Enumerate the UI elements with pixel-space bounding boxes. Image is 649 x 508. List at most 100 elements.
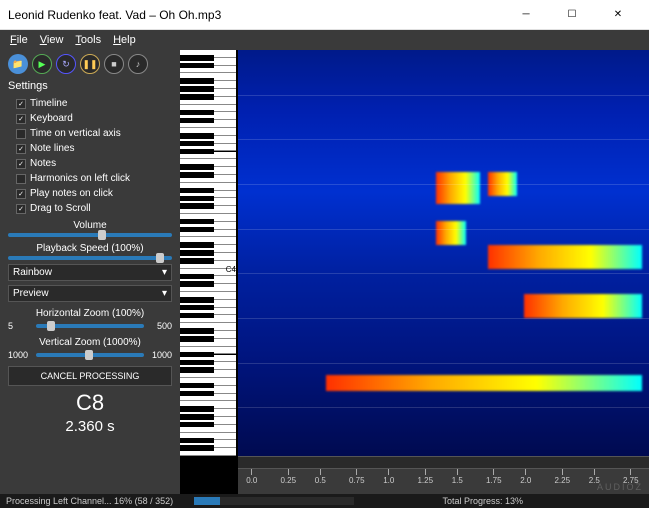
cancel-processing-button[interactable]: CANCEL PROCESSING [8,366,172,386]
setting-play-notes-on-click[interactable]: ✓Play notes on click [8,188,172,199]
setting-keyboard[interactable]: ✓Keyboard [8,113,172,124]
checkbox-icon[interactable]: ✓ [16,204,26,214]
time-tick: 0.75 [349,469,365,494]
checkbox-icon[interactable]: ✓ [16,189,26,199]
timeline-ruler[interactable]: 0.00.250.50.751.01.251.51.752.02.252.52.… [238,468,649,494]
black-key[interactable] [180,438,214,443]
note-line [238,139,649,140]
colormap-dropdown[interactable]: Rainbow▾ [8,264,172,281]
black-key[interactable] [180,242,214,247]
time-tick: 1.0 [383,469,394,494]
setting-harmonics-on-left-click[interactable]: Harmonics on left click [8,173,172,184]
checkbox-icon[interactable]: ✓ [16,99,26,109]
black-key[interactable] [180,172,214,177]
black-key[interactable] [180,118,214,123]
black-key[interactable] [180,164,214,169]
black-key[interactable] [180,406,214,411]
black-key[interactable] [180,258,214,263]
time-tick: 1.75 [486,469,502,494]
black-key[interactable] [180,367,214,372]
setting-time-on-vertical-axis[interactable]: Time on vertical axis [8,128,172,139]
black-key[interactable] [180,328,214,333]
setting-label: Time on vertical axis [30,128,121,139]
black-key[interactable] [180,352,214,357]
status-bar: Processing Left Channel... 16% (58 / 352… [0,494,649,508]
setting-notes[interactable]: ✓Notes [8,158,172,169]
black-key[interactable] [180,149,214,154]
setting-drag-to-scroll[interactable]: ✓Drag to Scroll [8,203,172,214]
black-key[interactable] [180,281,214,286]
menu-tools[interactable]: Tools [69,32,107,48]
settings-heading: Settings [8,80,172,92]
title-bar: Leonid Rudenko feat. Vad – Oh Oh.mp3 ─ ☐… [0,0,649,30]
black-key[interactable] [180,188,214,193]
setting-timeline[interactable]: ✓Timeline [8,98,172,109]
play-icon[interactable]: ▶ [32,54,52,74]
black-key[interactable] [180,110,214,115]
black-key[interactable] [180,360,214,365]
black-key[interactable] [180,250,214,255]
time-tick: 1.5 [452,469,463,494]
hzoom-slider[interactable] [36,324,144,328]
close-button[interactable]: ✕ [595,0,641,30]
black-key[interactable] [180,78,214,83]
black-key[interactable] [180,227,214,232]
checkbox-icon[interactable]: ✓ [16,159,26,169]
hzoom-max: 500 [148,321,172,331]
black-key[interactable] [180,196,214,201]
hzoom-label: Horizontal Zoom (100%) [8,308,172,319]
checkbox-icon[interactable] [16,129,26,139]
black-key[interactable] [180,274,214,279]
window-controls: ─ ☐ ✕ [503,0,641,30]
menu-help[interactable]: Help [107,32,142,48]
piano-keyboard[interactable]: C4 [180,50,238,494]
spectral-peak [488,245,642,269]
chevron-down-icon: ▾ [162,288,167,299]
setting-label: Note lines [30,143,74,154]
black-key[interactable] [180,94,214,99]
checkbox-icon[interactable] [16,174,26,184]
sidebar: 📁 ▶ ↻ ❚❚ ■ ♪ Settings ✓Timeline ✓Keyboard… [0,50,180,494]
black-key[interactable] [180,383,214,388]
setting-note-lines[interactable]: ✓ Note lines [8,143,172,154]
black-key[interactable] [180,445,214,450]
note-line [238,95,649,96]
black-key[interactable] [180,219,214,224]
open-file-icon[interactable]: 📁 [8,54,28,74]
maximize-button[interactable]: ☐ [549,0,595,30]
black-key[interactable] [180,305,214,310]
note-icon[interactable]: ♪ [128,54,148,74]
black-key[interactable] [180,55,214,60]
playback-speed-slider[interactable] [8,256,172,260]
note-line [238,318,649,319]
vzoom-slider[interactable] [36,353,144,357]
black-key[interactable] [180,203,214,208]
black-key[interactable] [180,313,214,318]
black-key[interactable] [180,141,214,146]
menu-file[interactable]: File [4,32,34,48]
horizontal-scrollbar[interactable] [238,456,649,468]
menu-view[interactable]: View [34,32,70,48]
minimize-button[interactable]: ─ [503,0,549,30]
black-key[interactable] [180,63,214,68]
time-tick: 0.5 [315,469,326,494]
black-key[interactable] [180,422,214,427]
checkbox-icon[interactable]: ✓ [16,114,26,124]
mode-dropdown[interactable]: Preview▾ [8,285,172,302]
black-key[interactable] [180,336,214,341]
black-key[interactable] [180,391,214,396]
loop-icon[interactable]: ↻ [56,54,76,74]
window-title: Leonid Rudenko feat. Vad – Oh Oh.mp3 [8,8,503,22]
spectrogram[interactable] [238,50,649,456]
black-key[interactable] [180,414,214,419]
time-readout: 2.360 s [8,418,172,435]
pause-icon[interactable]: ❚❚ [80,54,100,74]
black-key[interactable] [180,86,214,91]
spectral-peak [524,294,641,318]
checkbox-icon[interactable]: ✓ [16,144,26,154]
black-key[interactable] [180,297,214,302]
black-key[interactable] [180,133,214,138]
volume-slider[interactable] [8,233,172,237]
stop-icon[interactable]: ■ [104,54,124,74]
menu-bar: File View Tools Help [0,30,649,50]
